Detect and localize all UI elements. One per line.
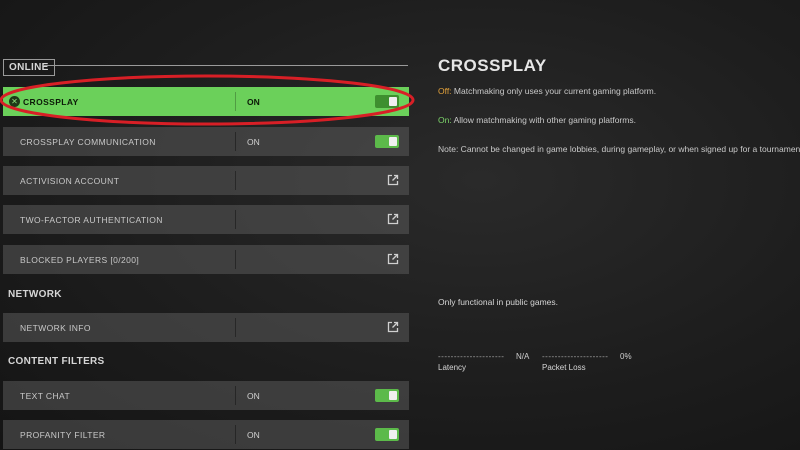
section-header-online: ONLINE [3, 58, 55, 76]
row-value: ON [247, 429, 260, 440]
row-crossplay[interactable]: ✕ CROSSPLAY ON [3, 87, 409, 116]
row-two-factor-authentication[interactable]: TWO-FACTOR AUTHENTICATION [3, 205, 409, 234]
row-divider [235, 425, 236, 444]
external-link-icon[interactable] [387, 174, 399, 186]
detail-off-description: Off: Matchmaking only uses your current … [438, 86, 656, 96]
row-value: ON [247, 390, 260, 401]
on-key: On: [438, 115, 452, 125]
toggle-knob [389, 391, 397, 400]
packet-loss-value: 0% [620, 352, 632, 361]
on-text: Allow matchmaking with other gaming plat… [451, 115, 636, 125]
row-divider [235, 386, 236, 405]
row-divider [235, 318, 236, 337]
section-label-online: ONLINE [3, 58, 55, 76]
toggle-knob [389, 137, 397, 146]
detail-title: CROSSPLAY [438, 56, 547, 75]
row-divider [235, 132, 236, 151]
row-divider [235, 92, 236, 111]
row-divider [235, 250, 236, 269]
row-value: ON [247, 96, 260, 107]
select-button-icon: ✕ [9, 96, 20, 107]
public-games-note: Only functional in public games. [438, 297, 559, 307]
latency-label: Latency [438, 363, 467, 372]
row-label: BLOCKED PLAYERS [0/200] [20, 254, 140, 265]
detail-on-description: On: Allow matchmaking with other gaming … [438, 115, 636, 125]
row-value: ON [247, 136, 260, 147]
row-label: CROSSPLAY [23, 96, 79, 107]
row-divider [235, 171, 236, 190]
toggle-knob [389, 430, 397, 439]
crossplay-communication-toggle[interactable] [375, 135, 399, 148]
latency-dashes: --------------------- [438, 352, 505, 361]
row-divider [235, 210, 236, 229]
external-link-icon[interactable] [387, 253, 399, 265]
row-profanity-filter[interactable]: PROFANITY FILTER ON [3, 420, 409, 449]
row-label: NETWORK INFO [20, 322, 91, 333]
row-network-info[interactable]: NETWORK INFO [3, 313, 409, 342]
section-header-network: NETWORK [3, 285, 67, 303]
packet-loss-label: Packet Loss [542, 363, 586, 372]
latency-stat: --------------------- N/A Latency [438, 352, 529, 372]
profanity-filter-toggle[interactable] [375, 428, 399, 441]
section-label-content-filters: CONTENT FILTERS [8, 355, 105, 367]
row-label: TEXT CHAT [20, 390, 71, 401]
row-text-chat[interactable]: TEXT CHAT ON [3, 381, 409, 410]
off-key: Off: [438, 86, 452, 96]
row-label: CROSSPLAY COMMUNICATION [20, 136, 156, 147]
toggle-knob [389, 97, 397, 106]
settings-list: ONLINE ✕ CROSSPLAY ON CROSSPLAY COMMUNIC… [0, 0, 412, 450]
latency-value: N/A [516, 352, 530, 361]
row-label: TWO-FACTOR AUTHENTICATION [20, 214, 163, 225]
row-activision-account[interactable]: ACTIVISION ACCOUNT [3, 166, 409, 195]
detail-note: Note: Cannot be changed in game lobbies,… [438, 144, 800, 154]
row-blocked-players[interactable]: BLOCKED PLAYERS [0/200] [3, 245, 409, 274]
external-link-icon[interactable] [387, 213, 399, 225]
packet-loss-dashes: --------------------- [542, 352, 609, 361]
packet-loss-stat: --------------------- 0% Packet Loss [542, 352, 632, 372]
section-label-network: NETWORK [8, 288, 62, 300]
external-link-icon[interactable] [387, 321, 399, 333]
crossplay-toggle[interactable] [375, 95, 399, 108]
row-label: ACTIVISION ACCOUNT [20, 175, 120, 186]
text-chat-toggle[interactable] [375, 389, 399, 402]
row-label: PROFANITY FILTER [20, 429, 106, 440]
row-crossplay-communication[interactable]: CROSSPLAY COMMUNICATION ON [3, 127, 409, 156]
section-divider [44, 65, 408, 66]
off-text: Matchmaking only uses your current gamin… [451, 86, 657, 96]
section-header-content-filters: CONTENT FILTERS [3, 352, 110, 370]
